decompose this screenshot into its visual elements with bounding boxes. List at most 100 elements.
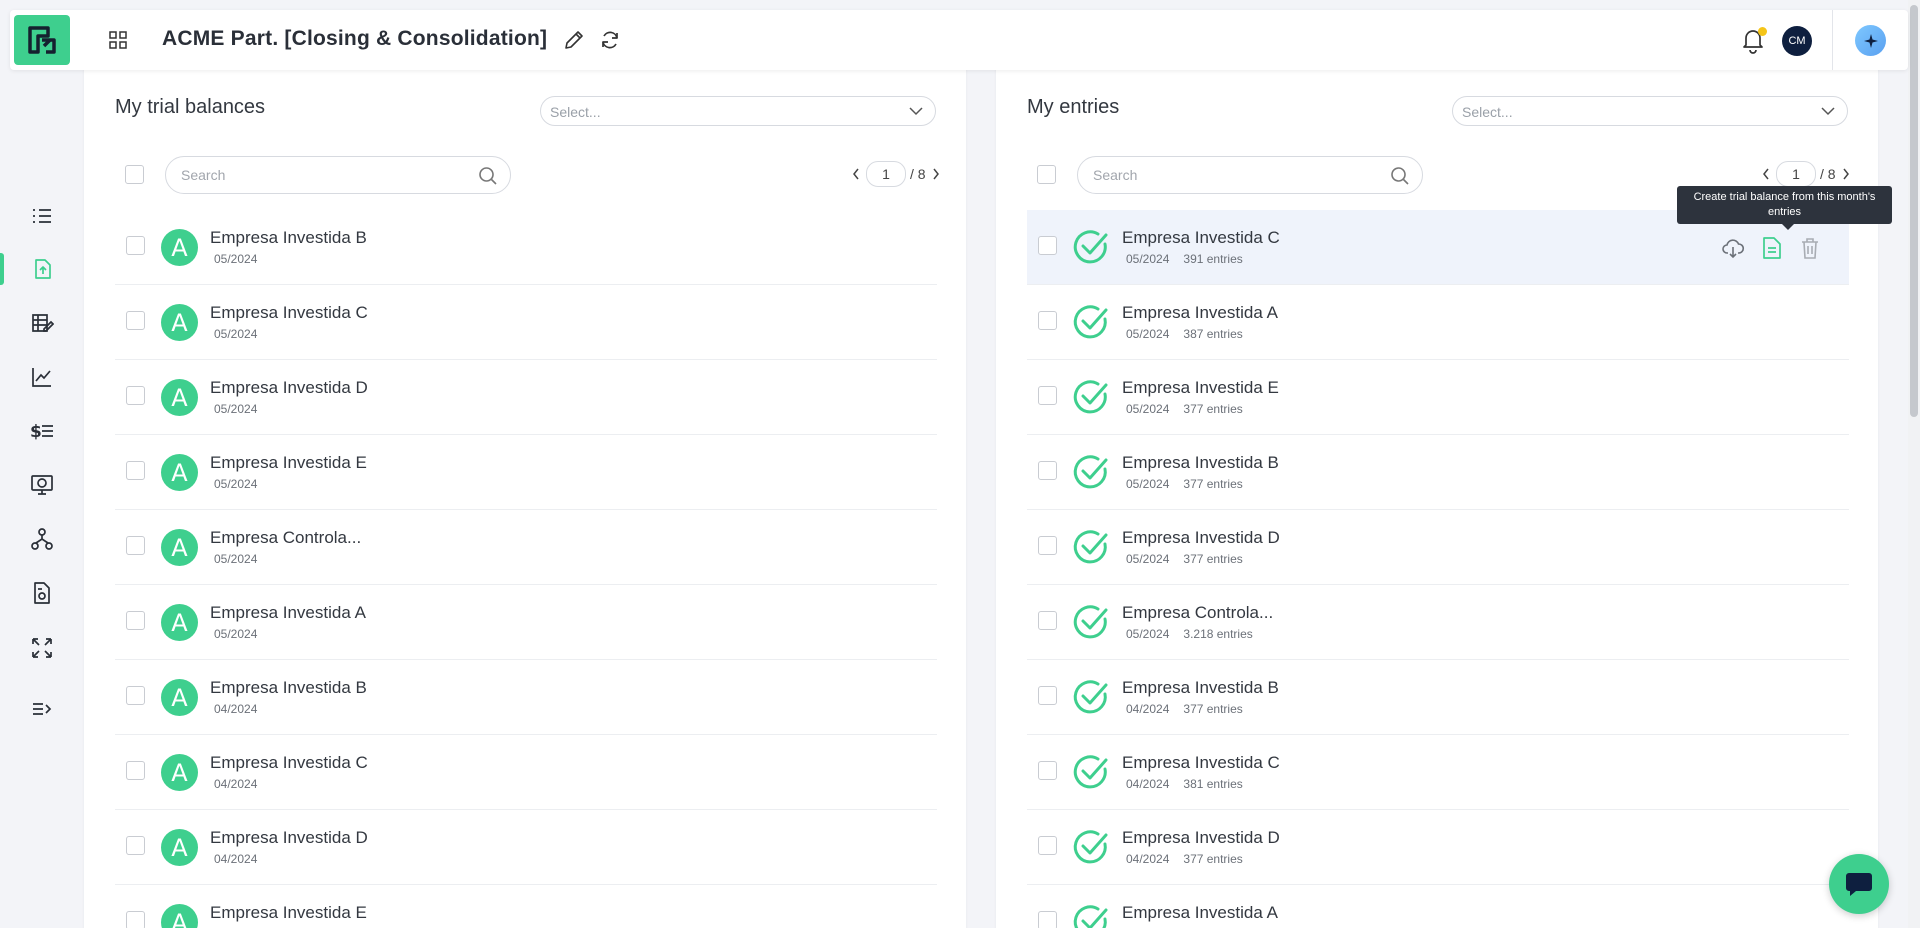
row-checkbox[interactable] [126,836,145,855]
nav-item-analytics[interactable] [26,361,58,393]
item-name[interactable]: Empresa Investida D [210,828,368,848]
item-name[interactable]: Empresa Investida E [210,453,367,473]
row-checkbox[interactable] [126,386,145,405]
item-name[interactable]: Empresa Investida B [210,678,367,698]
row-checkbox[interactable] [126,311,145,330]
download-button[interactable] [1720,235,1746,261]
nav-item-hierarchy[interactable] [26,523,58,555]
delete-button[interactable] [1797,235,1823,261]
row-checkbox[interactable] [1038,686,1057,705]
item-name[interactable]: Empresa Controla... [1122,603,1273,623]
scrollbar-thumb[interactable] [1910,5,1918,417]
item-name[interactable]: Empresa Investida A [210,603,366,623]
apps-grid-button[interactable] [105,27,131,53]
item-name[interactable]: Empresa Investida B [210,228,367,248]
collapse-sidebar-button[interactable] [26,693,58,725]
nav-item-ledger[interactable] [26,307,58,339]
row-checkbox[interactable] [126,236,145,255]
item-meta: 04/2024 381 entries [1126,777,1243,791]
svg-text:$: $ [30,422,42,442]
nav-item-financials[interactable]: $ [26,415,58,447]
status-badge: A [161,604,198,641]
prev-page-button[interactable] [1760,164,1772,184]
next-page-button[interactable] [930,164,942,184]
user-avatar[interactable]: CM [1782,26,1812,56]
nav-item-consolidation[interactable] [26,632,58,664]
nav-item-reports[interactable] [26,577,58,609]
row-checkbox[interactable] [1038,311,1057,330]
trial-balances-filter-select[interactable]: Select... [540,96,936,126]
edit-title-button[interactable] [562,28,586,52]
next-page-button[interactable] [1840,164,1852,184]
page-scrollbar[interactable] [1908,0,1920,928]
row-checkbox[interactable] [126,761,145,780]
ai-assistant-button[interactable] [1855,25,1886,56]
item-period: 05/2024 [1126,552,1170,566]
row-checkbox[interactable] [1038,611,1057,630]
check-circle-icon [1073,830,1108,864]
list-item: Empresa Investida E 05/2024 377 entries [1027,360,1849,435]
nav-item-monitor[interactable] [26,469,58,501]
list-item: A Empresa Investida D 04/2024 [115,810,937,885]
item-name[interactable]: Empresa Investida C [1122,228,1280,248]
collapse-sidebar-icon [33,703,52,715]
row-checkbox[interactable] [126,911,145,928]
upload-file-icon [35,259,51,279]
search-icon[interactable] [478,166,498,186]
nav-item-list[interactable] [26,200,58,232]
row-checkbox[interactable] [126,461,145,480]
item-entry-count: 377 entries [1183,552,1243,566]
list-item: A Empresa Investida D 05/2024 [115,360,937,435]
row-checkbox[interactable] [1038,461,1057,480]
search-icon[interactable] [1390,166,1410,186]
item-name[interactable]: Empresa Investida A [1122,903,1278,923]
row-checkbox[interactable] [126,686,145,705]
item-meta: 04/2024 377 entries [1126,852,1243,866]
refresh-button[interactable] [598,28,622,52]
support-chat-button[interactable] [1829,854,1889,914]
top-bar: ACME Part. [Closing & Consolidation] CM [10,10,1908,70]
notifications-button[interactable] [1740,26,1767,54]
entries-filter-select[interactable]: Select... [1452,96,1848,126]
select-all-checkbox[interactable] [125,165,144,184]
item-name[interactable]: Empresa Investida D [1122,828,1280,848]
row-checkbox[interactable] [1038,386,1057,405]
item-name[interactable]: Empresa Investida B [1122,678,1279,698]
trial-balances-panel: My trial balances Select... 1 / 8 A Empre… [84,60,966,928]
prev-page-button[interactable] [850,164,862,184]
item-meta: 05/2024 3.218 entries [1126,627,1253,641]
row-checkbox[interactable] [1038,836,1057,855]
app-logo[interactable] [14,15,70,65]
row-checkbox[interactable] [126,611,145,630]
item-entry-count: 391 entries [1183,252,1243,266]
row-checkbox[interactable] [1038,536,1057,555]
item-name[interactable]: Empresa Investida A [1122,303,1278,323]
search-input[interactable] [181,167,461,183]
item-name[interactable]: Empresa Investida B [1122,453,1279,473]
item-name[interactable]: Empresa Investida C [210,303,368,323]
item-entry-count: 377 entries [1183,852,1243,866]
row-checkbox[interactable] [1038,761,1057,780]
ledger-edit-icon [32,314,54,332]
item-name[interactable]: Empresa Investida E [210,903,367,923]
item-name[interactable]: Empresa Investida D [210,378,368,398]
select-all-checkbox[interactable] [1037,165,1056,184]
item-name[interactable]: Empresa Investida E [1122,378,1279,398]
nav-item-upload[interactable] [26,253,58,285]
row-checkbox[interactable] [126,536,145,555]
item-name[interactable]: Empresa Investida C [1122,753,1280,773]
create-trial-balance-button[interactable] [1759,235,1785,261]
item-name[interactable]: Empresa Investida C [210,753,368,773]
page-number-input[interactable]: 1 [866,161,906,187]
chevron-left-icon [1763,168,1769,180]
list-item: Empresa Investida D 04/2024 377 entries [1027,810,1849,885]
list-item: A Empresa Investida C 04/2024 [115,735,937,810]
search-input[interactable] [1093,167,1373,183]
item-name[interactable]: Empresa Investida D [1122,528,1280,548]
pagination: 1 / 8 [1760,160,1852,188]
check-circle-icon [1073,305,1108,339]
row-checkbox[interactable] [1038,911,1057,928]
row-checkbox[interactable] [1038,236,1057,255]
page-number-input[interactable]: 1 [1776,161,1816,187]
item-name[interactable]: Empresa Controla... [210,528,361,548]
